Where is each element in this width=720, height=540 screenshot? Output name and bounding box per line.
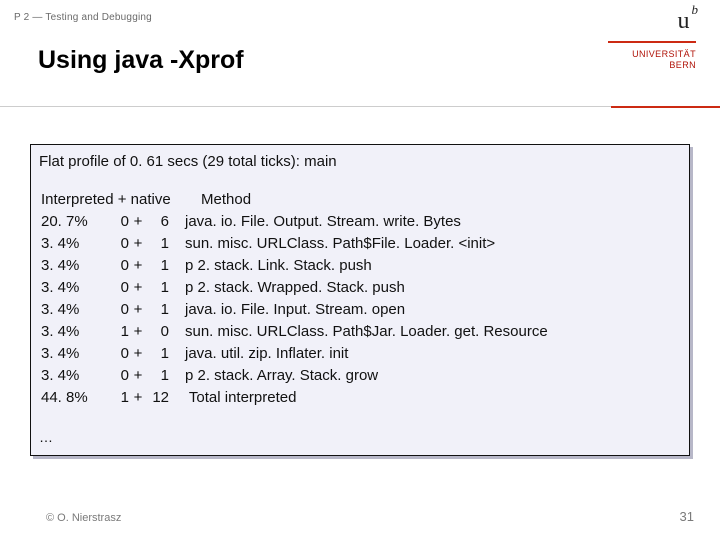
logo-u: u <box>678 8 690 34</box>
cell-pct: 20. 7% <box>41 211 103 233</box>
cell-pct: 3. 4% <box>41 255 103 277</box>
logo-b: b <box>692 2 699 17</box>
cell-method: java. io. File. Input. Stream. open <box>169 299 405 321</box>
cell-method: java. io. File. Output. Stream. write. B… <box>169 211 461 233</box>
cell-right: 12 <box>147 387 169 409</box>
cell-method: p 2. stack. Wrapped. Stack. push <box>169 277 405 299</box>
cell-right: 1 <box>147 255 169 277</box>
cell-left: 0 <box>103 255 129 277</box>
page-title: Using java -Xprof <box>38 46 244 75</box>
logo-ub: ub <box>608 8 696 35</box>
cell-pct: 3. 4% <box>41 299 103 321</box>
profile-header: Interpreted + native Method <box>41 189 548 211</box>
profile-header-left: Interpreted + native <box>41 189 201 211</box>
cell-method: p 2. stack. Array. Stack. grow <box>169 365 378 387</box>
table-row: 3. 4% 0 + 1 java. io. File. Input. Strea… <box>41 299 548 321</box>
cell-plus: + <box>129 277 147 299</box>
cell-left: 0 <box>103 211 129 233</box>
ellipsis: … <box>39 429 53 445</box>
table-row: 3. 4% 0 + 1 p 2. stack. Array. Stack. gr… <box>41 365 548 387</box>
cell-pct: 44. 8% <box>41 387 103 409</box>
table-row: 20. 7% 0 + 6 java. io. File. Output. Str… <box>41 211 548 233</box>
cell-left: 1 <box>103 321 129 343</box>
cell-method: java. util. zip. Inflater. init <box>169 343 348 365</box>
university-logo: ub UNIVERSITÄT BERN <box>608 8 696 71</box>
cell-pct: 3. 4% <box>41 365 103 387</box>
table-row: 3. 4% 1 + 0 sun. misc. URLClass. Path$Ja… <box>41 321 548 343</box>
divider-red <box>611 106 720 108</box>
cell-plus: + <box>129 233 147 255</box>
breadcrumb: P 2 — Testing and Debugging <box>14 12 152 23</box>
cell-plus: + <box>129 343 147 365</box>
cell-right: 1 <box>147 365 169 387</box>
cell-method: sun. misc. URLClass. Path$File. Loader. … <box>169 233 495 255</box>
cell-method: p 2. stack. Link. Stack. push <box>169 255 372 277</box>
cell-plus: + <box>129 255 147 277</box>
profile-header-right: Method <box>201 189 251 211</box>
cell-plus: + <box>129 211 147 233</box>
cell-plus: + <box>129 365 147 387</box>
table-row: 3. 4% 0 + 1 java. util. zip. Inflater. i… <box>41 343 548 365</box>
cell-left: 0 <box>103 343 129 365</box>
cell-pct: 3. 4% <box>41 277 103 299</box>
cell-right: 6 <box>147 211 169 233</box>
cell-plus: + <box>129 299 147 321</box>
table-row: 44. 8% 1 + 12 Total interpreted <box>41 387 548 409</box>
cell-right: 1 <box>147 343 169 365</box>
logo-line1: UNIVERSITÄT <box>632 49 696 59</box>
footer-author: © O. Nierstrasz <box>46 512 121 524</box>
cell-left: 1 <box>103 387 129 409</box>
table-row: 3. 4% 0 + 1 sun. misc. URLClass. Path$Fi… <box>41 233 548 255</box>
cell-right: 1 <box>147 299 169 321</box>
cell-pct: 3. 4% <box>41 233 103 255</box>
table-row: 3. 4% 0 + 1 p 2. stack. Wrapped. Stack. … <box>41 277 548 299</box>
cell-plus: + <box>129 387 147 409</box>
cell-left: 0 <box>103 277 129 299</box>
panel-title: Flat profile of 0. 61 secs (29 total tic… <box>39 153 337 170</box>
cell-plus: + <box>129 321 147 343</box>
cell-left: 0 <box>103 299 129 321</box>
cell-left: 0 <box>103 233 129 255</box>
page-number: 31 <box>680 509 694 524</box>
slide: P 2 — Testing and Debugging Using java -… <box>0 0 720 540</box>
cell-method: Total interpreted <box>169 387 296 409</box>
logo-line2: BERN <box>669 60 696 70</box>
profile-table: Interpreted + native Method 20. 7% 0 + 6… <box>41 189 548 409</box>
cell-left: 0 <box>103 365 129 387</box>
table-row: 3. 4% 0 + 1 p 2. stack. Link. Stack. pus… <box>41 255 548 277</box>
cell-pct: 3. 4% <box>41 343 103 365</box>
cell-pct: 3. 4% <box>41 321 103 343</box>
cell-right: 0 <box>147 321 169 343</box>
cell-method: sun. misc. URLClass. Path$Jar. Loader. g… <box>169 321 548 343</box>
logo-text: UNIVERSITÄT BERN <box>608 41 696 71</box>
cell-right: 1 <box>147 277 169 299</box>
profile-panel: Flat profile of 0. 61 secs (29 total tic… <box>30 144 690 456</box>
cell-right: 1 <box>147 233 169 255</box>
divider-grey <box>0 106 611 107</box>
